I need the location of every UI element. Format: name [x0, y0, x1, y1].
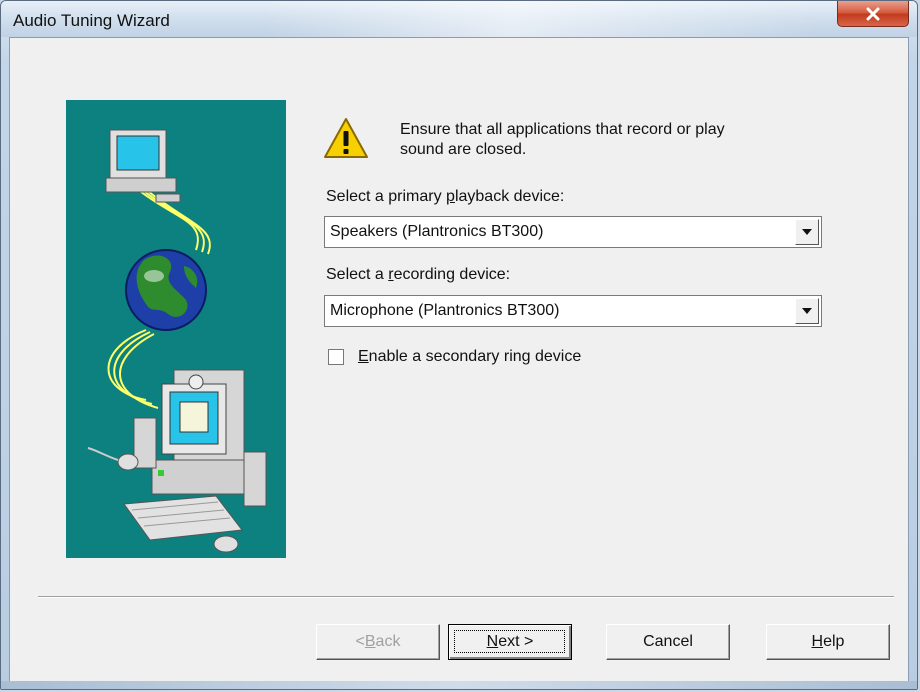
- recording-device-dropdown[interactable]: Microphone (Plantronics BT300): [324, 295, 822, 327]
- close-button[interactable]: [837, 1, 909, 27]
- warning-icon: [324, 118, 368, 158]
- chevron-down-icon: [802, 308, 812, 314]
- help-button[interactable]: Help: [766, 624, 890, 660]
- computer-globe-network-illustration: [87, 129, 267, 553]
- focus-rectangle: [454, 630, 565, 653]
- secondary-ring-label[interactable]: Enable a secondary ring device: [358, 348, 581, 366]
- window-bottom-border: [1, 681, 917, 689]
- button-separator: [38, 596, 894, 598]
- audio-tuning-wizard-window: Audio Tuning Wizard Ensure that all appl…: [0, 0, 918, 690]
- playback-dropdown-button[interactable]: [795, 219, 819, 245]
- playback-device-label: Select a primary playback device:: [326, 188, 565, 205]
- cancel-button[interactable]: Cancel: [606, 624, 730, 660]
- next-button[interactable]: Next >: [448, 624, 572, 660]
- secondary-ring-checkbox[interactable]: [328, 349, 344, 365]
- wizard-illustration: [66, 100, 286, 558]
- recording-device-value: Microphone (Plantronics BT300): [330, 302, 560, 319]
- recording-device-label: Select a recording device:: [326, 266, 511, 283]
- playback-device-dropdown[interactable]: Speakers (Plantronics BT300): [324, 216, 822, 248]
- chevron-down-icon: [802, 229, 812, 235]
- dialog-client-area: Ensure that all applications that record…: [9, 37, 909, 683]
- title-bar-glass: [261, 1, 821, 37]
- back-button[interactable]: < Back: [316, 624, 440, 660]
- title-bar[interactable]: Audio Tuning Wizard: [1, 1, 917, 37]
- playback-device-value: Speakers (Plantronics BT300): [330, 223, 544, 240]
- recording-dropdown-button[interactable]: [795, 298, 819, 324]
- close-icon: [866, 7, 880, 20]
- window-title: Audio Tuning Wizard: [13, 11, 170, 30]
- warning-message: Ensure that all applications that record…: [400, 121, 725, 158]
